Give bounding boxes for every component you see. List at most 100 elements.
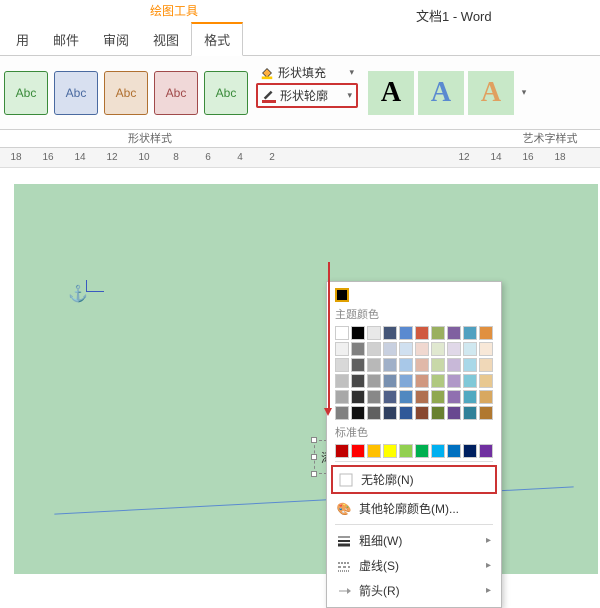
color-swatch[interactable] [431,390,445,404]
color-swatch[interactable] [479,390,493,404]
color-swatch[interactable] [463,390,477,404]
color-swatch[interactable] [367,390,381,404]
color-swatch[interactable] [367,444,381,458]
color-swatch[interactable] [335,326,349,340]
color-swatch[interactable] [415,342,429,356]
color-swatch[interactable] [335,406,349,420]
color-swatch[interactable] [399,358,413,372]
arrows-item[interactable]: 箭头(R) ▸ [335,578,493,603]
color-swatch[interactable] [351,390,365,404]
color-swatch[interactable] [431,326,445,340]
color-swatch[interactable] [447,444,461,458]
page-background[interactable]: ⚓ 添加文字 [14,184,598,574]
resize-handle-tl[interactable] [311,437,317,443]
tab-view[interactable]: 视图 [141,24,191,55]
color-swatch[interactable] [351,326,365,340]
shape-fill-button[interactable]: 形状填充 ▾ [256,62,358,83]
shape-style-5[interactable]: Abc [204,71,248,115]
color-swatch[interactable] [447,342,461,356]
color-swatch[interactable] [367,406,381,420]
color-swatch[interactable] [479,358,493,372]
shape-style-4[interactable]: Abc [154,71,198,115]
color-swatch[interactable] [447,358,461,372]
color-swatch[interactable] [463,444,477,458]
shape-style-1[interactable]: Abc [4,71,48,115]
color-swatch[interactable] [399,406,413,420]
color-swatch[interactable] [335,444,349,458]
color-swatch[interactable] [415,374,429,388]
color-swatch[interactable] [351,444,365,458]
more-outline-colors-item[interactable]: 🎨 其他轮廓颜色(M)... [335,496,493,521]
color-swatch[interactable] [463,326,477,340]
automatic-color-swatch[interactable] [335,288,349,302]
color-swatch[interactable] [383,358,397,372]
color-swatch[interactable] [447,390,461,404]
shape-style-2[interactable]: Abc [54,71,98,115]
tab-format[interactable]: 格式 [191,22,243,56]
color-swatch[interactable] [479,342,493,356]
color-swatch[interactable] [383,406,397,420]
color-swatch[interactable] [383,444,397,458]
color-swatch[interactable] [399,390,413,404]
shape-outline-button[interactable]: 形状轮廓 ▾ [256,83,358,108]
color-swatch[interactable] [479,326,493,340]
fill-outline-group: 形状填充 ▾ 形状轮廓 ▾ [252,56,362,129]
color-swatch[interactable] [447,406,461,420]
color-swatch[interactable] [479,406,493,420]
color-swatch[interactable] [463,358,477,372]
color-swatch[interactable] [415,406,429,420]
color-swatch[interactable] [415,326,429,340]
color-swatch[interactable] [447,374,461,388]
color-swatch[interactable] [479,444,493,458]
ruler-tick: 16 [512,152,544,163]
shape-style-3[interactable]: Abc [104,71,148,115]
color-swatch[interactable] [399,342,413,356]
color-swatch[interactable] [335,390,349,404]
wordart-more-button[interactable]: ▾ [518,87,530,98]
color-swatch[interactable] [415,358,429,372]
color-swatch[interactable] [367,326,381,340]
color-swatch[interactable] [463,374,477,388]
color-swatch[interactable] [383,326,397,340]
color-swatch[interactable] [431,374,445,388]
color-swatch[interactable] [415,390,429,404]
color-swatch[interactable] [399,326,413,340]
color-swatch[interactable] [335,374,349,388]
color-swatch[interactable] [383,390,397,404]
resize-handle-ml[interactable] [311,454,317,460]
color-swatch[interactable] [431,342,445,356]
color-swatch[interactable] [399,374,413,388]
color-swatch[interactable] [335,358,349,372]
tab-review[interactable]: 审阅 [91,24,141,55]
dashes-item[interactable]: 虚线(S) ▸ [335,553,493,578]
horizontal-ruler[interactable]: 1816141210864212141618 [0,148,600,168]
color-swatch[interactable] [479,374,493,388]
wordart-style-3[interactable]: A [468,71,514,115]
color-swatch[interactable] [431,406,445,420]
color-swatch[interactable] [335,342,349,356]
color-swatch[interactable] [431,358,445,372]
color-swatch[interactable] [447,326,461,340]
color-swatch[interactable] [383,342,397,356]
tab-yong[interactable]: 用 [4,24,41,55]
color-swatch[interactable] [351,358,365,372]
color-swatch[interactable] [431,444,445,458]
color-swatch[interactable] [415,444,429,458]
tab-mail[interactable]: 邮件 [41,24,91,55]
color-swatch[interactable] [367,358,381,372]
color-swatch[interactable] [383,374,397,388]
color-swatch[interactable] [463,406,477,420]
color-swatch[interactable] [463,342,477,356]
wordart-style-1[interactable]: A [368,71,414,115]
color-swatch[interactable] [351,374,365,388]
color-swatch[interactable] [399,444,413,458]
color-swatch[interactable] [351,406,365,420]
resize-handle-bl[interactable] [311,471,317,477]
color-swatch[interactable] [367,374,381,388]
no-outline-item[interactable]: 无轮廓(N) [331,465,497,494]
wordart-style-2[interactable]: A [418,71,464,115]
weight-item[interactable]: 粗细(W) ▸ [335,528,493,553]
color-swatch[interactable] [367,342,381,356]
color-swatch[interactable] [351,342,365,356]
more-colors-label: 其他轮廓颜色(M)... [359,500,459,517]
